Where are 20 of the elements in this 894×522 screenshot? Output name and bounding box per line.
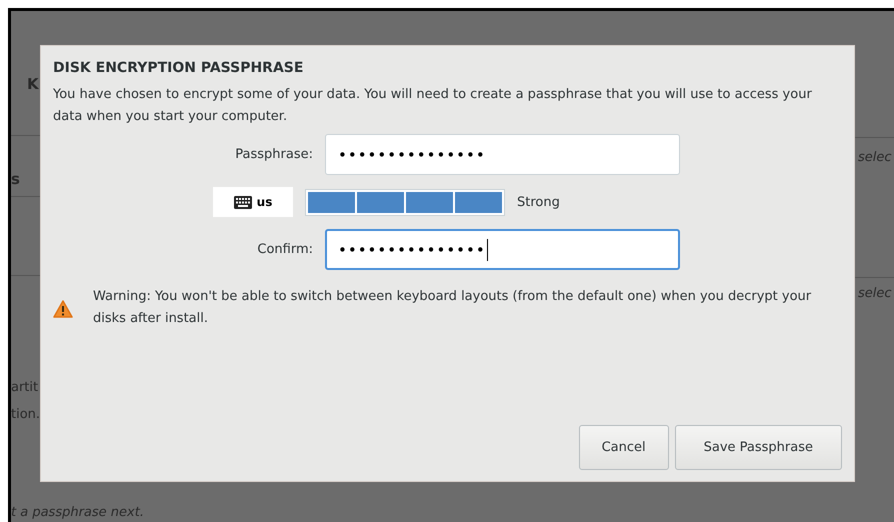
password-field[interactable]: •••••••••••••••: [325, 229, 680, 270]
warning-message: Warning: You won't be able to switch between keyboard layouts (from the default one) when you decrypt your disks after install.: [93, 288, 812, 328]
background-text: artit: [11, 380, 40, 395]
field-label: Passphrase:: [234, 147, 313, 162]
save-button[interactable]: Save Passphrase: [674, 425, 842, 470]
background-text: s: [11, 170, 21, 188]
dialog-description: You have chosen to encrypt some of your data. You will need to create a passphrase that you will use to access your data when you start your computer.: [53, 86, 813, 126]
password-field[interactable]: •••••••••••••••: [325, 134, 680, 175]
dialog-title: DISK ENCRYPTION PASSPHRASE: [53, 60, 304, 76]
background-text: selec: [858, 286, 893, 301]
background-text: K: [27, 75, 40, 93]
keyboard-layout-indicator[interactable]: us: [213, 187, 293, 217]
keyboard-icon: [234, 196, 252, 208]
field-label: Confirm:: [256, 242, 313, 257]
warning-icon: [53, 300, 73, 318]
strength-label: Strong: [517, 194, 560, 210]
background-text: tion.: [11, 407, 40, 422]
cancel-button[interactable]: Cancel: [578, 425, 669, 470]
background-text: t a passphrase next.: [11, 505, 144, 520]
background-text: selec: [858, 150, 893, 165]
